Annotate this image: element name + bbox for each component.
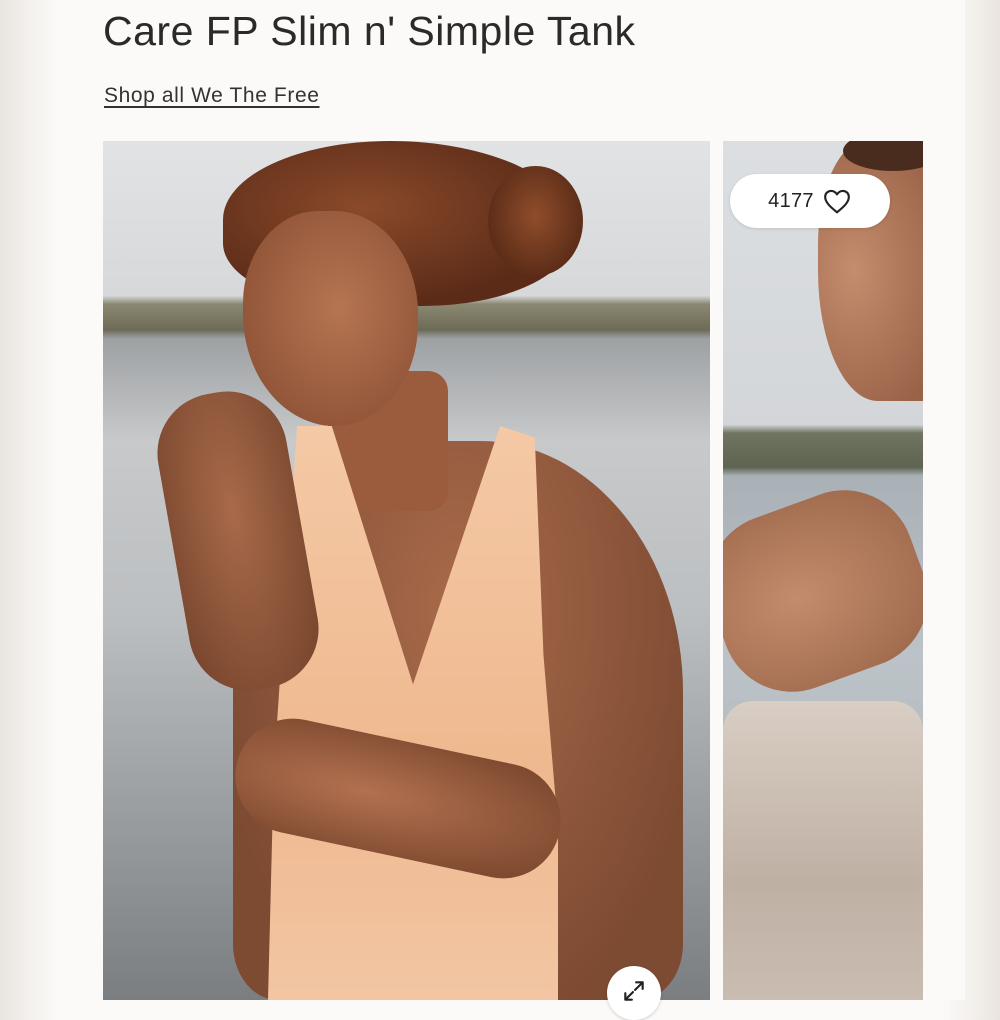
like-button[interactable]: 4177 <box>730 174 890 228</box>
main-photo[interactable] <box>103 141 710 1000</box>
image-gallery[interactable] <box>103 141 923 1000</box>
product-title: Care FP Slim n' Simple Tank <box>103 8 636 54</box>
expand-image-button[interactable] <box>607 966 661 1020</box>
side-figure-arm <box>723 470 923 712</box>
heart-icon <box>822 188 852 214</box>
side-photo[interactable] <box>723 141 923 1000</box>
shop-all-link[interactable]: Shop all We The Free <box>104 84 320 108</box>
figure-hair-bun <box>488 166 583 276</box>
side-figure-clothing <box>723 701 923 1000</box>
expand-icon <box>621 966 647 1009</box>
like-count: 4177 <box>768 189 814 212</box>
figure-face <box>243 211 418 426</box>
